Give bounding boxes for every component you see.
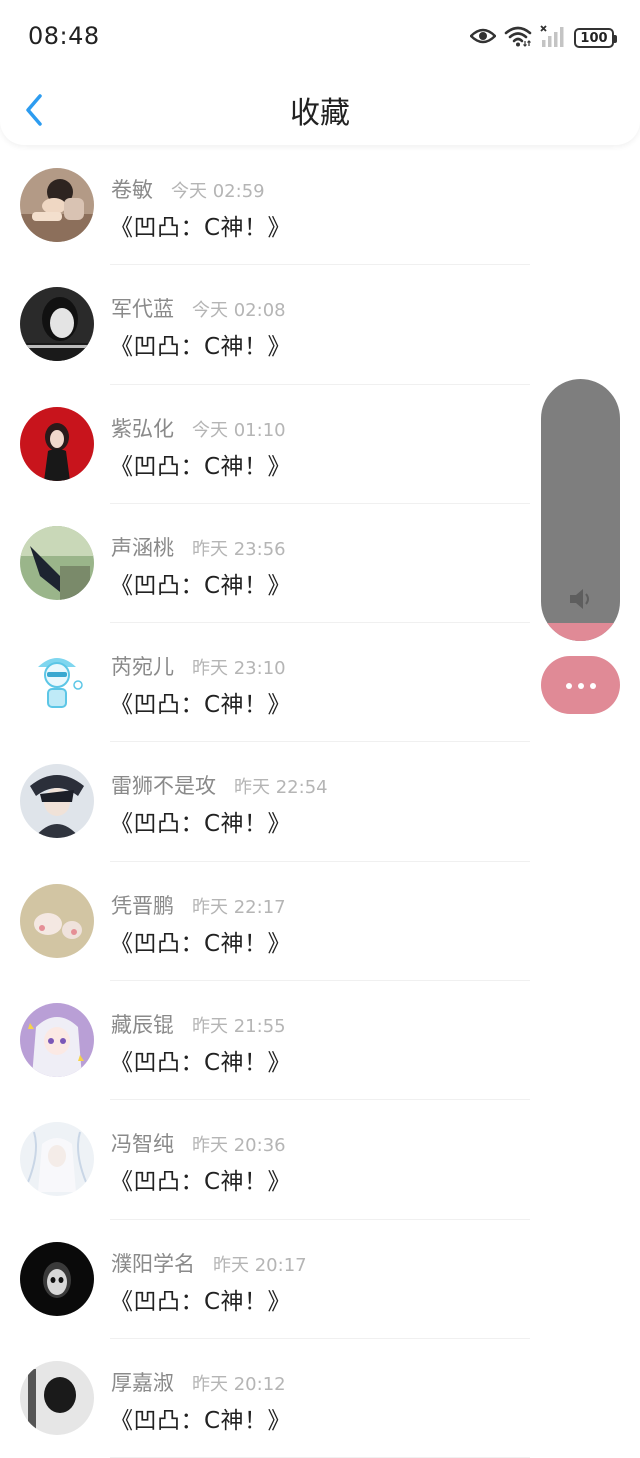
- avatar[interactable]: [20, 287, 94, 362]
- list-item[interactable]: 濮阳学名 昨天 20:17 《凹凸：C神！》: [0, 1220, 640, 1339]
- avatar[interactable]: [20, 406, 94, 481]
- status-time: 08:48: [28, 22, 100, 50]
- item-meta: 紫弘化 今天 01:10: [111, 413, 286, 441]
- status-icons: 100: [469, 24, 617, 52]
- timestamp: 昨天 20:12: [192, 1373, 286, 1395]
- author-name: 军代蓝: [111, 297, 174, 322]
- item-meta: 卷敏 今天 02:59: [111, 174, 265, 202]
- timestamp: 昨天 23:56: [192, 538, 286, 560]
- page-title: 收藏: [290, 96, 350, 131]
- item-title: 《凹凸：C神！》: [110, 692, 292, 719]
- item-meta: 雷狮不是攻 昨天 22:54: [111, 770, 328, 799]
- timestamp: 昨天 22:17: [192, 896, 286, 918]
- app-header: 08:48 100 收藏: [0, 0, 640, 145]
- list-item[interactable]: 雷狮不是攻 昨天 22:54 《凹凸：C神！》: [0, 742, 640, 862]
- item-meta: 军代蓝 今天 02:08: [111, 293, 286, 322]
- item-meta: 藏辰锟 昨天 21:55: [111, 1009, 286, 1038]
- item-meta: 凭晋鹏 昨天 22:17: [111, 890, 286, 918]
- list-item[interactable]: 冯智纯 昨天 20:36 《凹凸：C神！》: [0, 1100, 640, 1220]
- item-meta: 声涵桃 昨天 23:56: [111, 532, 286, 560]
- speaker-icon: [566, 584, 596, 614]
- author-name: 声涵桃: [111, 535, 174, 560]
- battery-icon: 100: [574, 28, 617, 48]
- item-title: 《凹凸：C神！》: [110, 1050, 292, 1077]
- list-item[interactable]: 厚嘉淑 昨天 20:12 《凹凸：C神！》: [0, 1339, 640, 1458]
- item-title: 《凹凸：C神！》: [110, 334, 292, 361]
- volume-level: [541, 622, 620, 641]
- timestamp: 今天 02:08: [192, 300, 286, 322]
- list-item[interactable]: 卷敏 今天 02:59 《凹凸：C神！》: [0, 146, 640, 266]
- more-button[interactable]: [541, 656, 620, 714]
- item-title: 《凹凸：C神！》: [110, 572, 292, 599]
- avatar[interactable]: [20, 1360, 94, 1435]
- wifi-icon: [504, 25, 532, 51]
- timestamp: 昨天 20:36: [192, 1135, 286, 1157]
- signal-icon: [540, 25, 566, 51]
- author-name: 冯智纯: [111, 1132, 174, 1157]
- timestamp: 今天 02:59: [171, 181, 265, 202]
- status-bar: 08:48 100: [0, 0, 640, 76]
- timestamp: 昨天 22:54: [234, 777, 328, 799]
- item-title: 《凹凸：C神！》: [110, 215, 292, 241]
- eye-icon: [469, 27, 497, 49]
- avatar[interactable]: [20, 764, 94, 839]
- author-name: 紫弘化: [111, 416, 174, 441]
- author-name: 凭晋鹏: [111, 893, 174, 918]
- avatar[interactable]: [20, 1122, 94, 1197]
- item-meta: 冯智纯 昨天 20:36: [111, 1128, 286, 1157]
- timestamp: 昨天 21:55: [192, 1016, 286, 1038]
- item-title: 《凹凸：C神！》: [110, 811, 292, 838]
- item-title: 《凹凸：C神！》: [110, 1288, 292, 1315]
- item-title: 《凹凸：C神！》: [110, 453, 292, 480]
- avatar[interactable]: [20, 645, 94, 720]
- item-title: 《凹凸：C神！》: [110, 1169, 292, 1196]
- avatar[interactable]: [20, 883, 94, 958]
- avatar[interactable]: [20, 525, 94, 600]
- item-meta: 芮宛儿 昨天 23:10: [111, 651, 286, 680]
- favorites-list: 卷敏 今天 02:59 《凹凸：C神！》 军代蓝 今天 02:08 《凹凸：C神…: [0, 146, 640, 1458]
- more-dots-icon: [563, 676, 599, 695]
- timestamp: 今天 01:10: [192, 419, 286, 441]
- author-name: 厚嘉淑: [111, 1370, 174, 1395]
- volume-slider[interactable]: [541, 379, 620, 641]
- item-title: 《凹凸：C神！》: [110, 1407, 292, 1434]
- list-item[interactable]: 藏辰锟 昨天 21:55 《凹凸：C神！》: [0, 981, 640, 1101]
- author-name: 芮宛儿: [111, 655, 174, 680]
- author-name: 藏辰锟: [111, 1013, 174, 1038]
- author-name: 濮阳学名: [111, 1251, 195, 1276]
- list-item[interactable]: 军代蓝 今天 02:08 《凹凸：C神！》: [0, 265, 640, 385]
- item-meta: 厚嘉淑 昨天 20:12: [111, 1367, 286, 1395]
- timestamp: 昨天 20:17: [213, 1254, 307, 1276]
- author-name: 雷狮不是攻: [111, 774, 216, 799]
- item-meta: 濮阳学名 昨天 20:17: [111, 1248, 307, 1276]
- avatar[interactable]: [20, 1241, 94, 1316]
- timestamp: 昨天 23:10: [192, 658, 286, 680]
- item-title: 《凹凸：C神！》: [110, 930, 292, 957]
- avatar[interactable]: [20, 168, 94, 242]
- author-name: 卷敏: [111, 178, 153, 202]
- list-item[interactable]: 凭晋鹏 昨天 22:17 《凹凸：C神！》: [0, 862, 640, 982]
- avatar[interactable]: [20, 1003, 94, 1078]
